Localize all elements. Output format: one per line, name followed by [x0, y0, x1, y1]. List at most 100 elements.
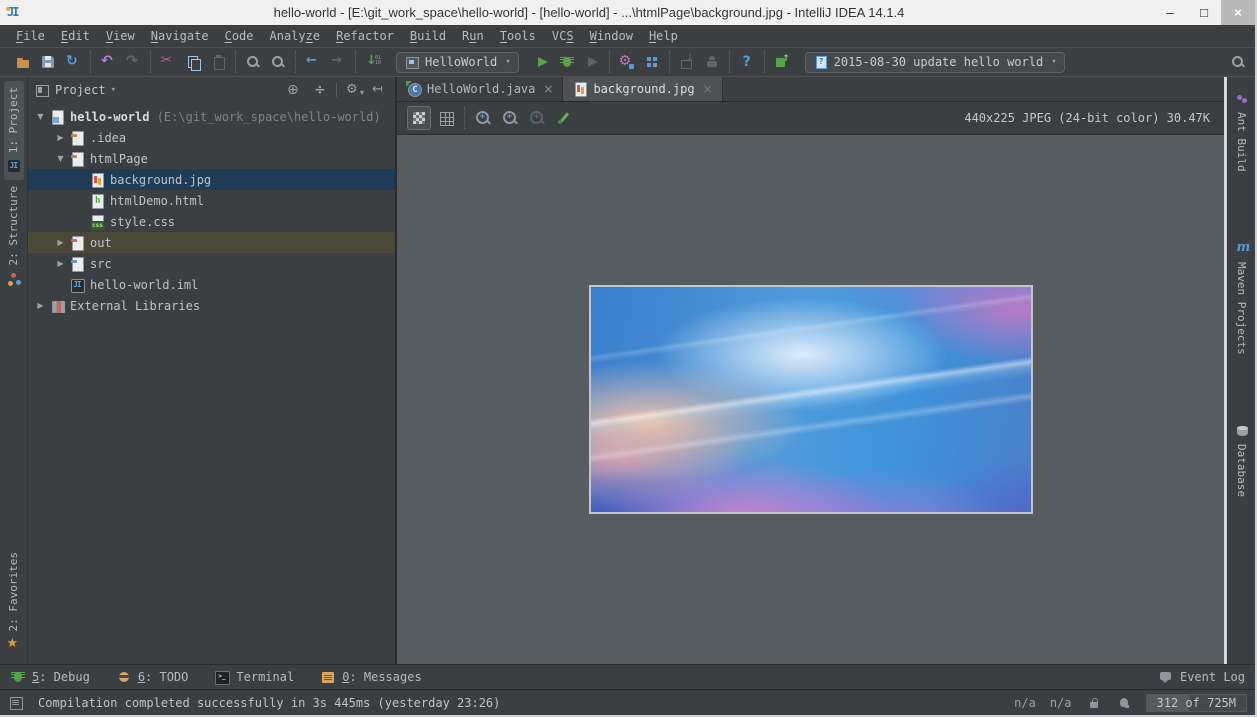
- toolwindow-button-structure[interactable]: 2: Structure: [4, 180, 24, 292]
- vcs-update-icon: [365, 54, 381, 70]
- tree-expand-arrow[interactable]: [52, 154, 69, 163]
- save-all-button[interactable]: [37, 51, 59, 73]
- find-button[interactable]: [242, 51, 264, 73]
- menu-tools[interactable]: Tools: [492, 27, 544, 45]
- tree-item-label: htmlDemo.html: [110, 194, 204, 208]
- run-with-coverage-button[interactable]: [581, 51, 603, 73]
- menu-refactor[interactable]: Refactor: [328, 27, 402, 45]
- menu-file[interactable]: File: [8, 27, 53, 45]
- tab-helloworld-java[interactable]: HelloWorld.java ×: [397, 77, 563, 101]
- package-download-icon: [679, 54, 695, 70]
- vcs-commit-message-combo[interactable]: 2015-08-30 update hello world ▾: [805, 52, 1065, 73]
- toolwindow-button-favorites[interactable]: 2: Favorites: [4, 546, 24, 658]
- transparency-chessboard-button[interactable]: [407, 106, 431, 130]
- hector-inspector-icon[interactable]: [1116, 695, 1132, 711]
- tree-expand-arrow[interactable]: [32, 112, 49, 121]
- tree-item-external-libraries[interactable]: External Libraries: [28, 295, 395, 316]
- close-icon[interactable]: ×: [703, 82, 713, 96]
- toolwindow-button-terminal[interactable]: Terminal: [214, 669, 294, 685]
- synchronize-button[interactable]: [62, 51, 84, 73]
- settings-button[interactable]: [616, 51, 638, 73]
- tree-item-background-jpg[interactable]: background.jpg: [28, 169, 395, 190]
- copy-button[interactable]: [182, 51, 204, 73]
- memory-indicator[interactable]: 312 of 725M: [1146, 694, 1247, 712]
- android-robot-button[interactable]: [701, 51, 723, 73]
- menu-bar: File Edit View Navigate Code Analyze Ref…: [0, 25, 1255, 48]
- paste-button[interactable]: [207, 51, 229, 73]
- lock-icon[interactable]: [1086, 695, 1102, 711]
- menu-build[interactable]: Build: [402, 27, 454, 45]
- tree-item-label: .idea: [90, 131, 126, 145]
- back-button[interactable]: [302, 51, 324, 73]
- tree-expand-arrow[interactable]: [52, 259, 69, 268]
- menu-view[interactable]: View: [98, 27, 143, 45]
- debug-bug-icon: [10, 669, 26, 685]
- tree-expand-arrow[interactable]: [52, 238, 69, 247]
- toolwindow-button-event-log[interactable]: Event Log: [1158, 669, 1245, 685]
- structure-tool-icon: [6, 271, 22, 287]
- zoom-in-button[interactable]: [471, 106, 495, 130]
- zoom-out-button[interactable]: [498, 106, 522, 130]
- debug-button[interactable]: [556, 51, 578, 73]
- project-tool-window: Project ▾ hello-world (E:\git_work_space…: [28, 77, 397, 664]
- tab-background-jpg[interactable]: background.jpg ×: [563, 77, 722, 101]
- toolwindow-button-debug[interactable]: 5: Debug: [10, 669, 90, 685]
- color-picker-button[interactable]: [552, 106, 576, 130]
- menu-window[interactable]: Window: [582, 27, 641, 45]
- grid-lines-button[interactable]: [434, 106, 458, 130]
- cut-button[interactable]: [157, 51, 179, 73]
- toolwindow-toggle-icon[interactable]: [8, 695, 24, 711]
- upload-button[interactable]: [771, 51, 793, 73]
- actual-size-button[interactable]: [525, 106, 549, 130]
- tree-item-htmldemo-html[interactable]: htmlDemo.html: [28, 190, 395, 211]
- toolwindow-button-messages[interactable]: 0: Messages: [320, 669, 421, 685]
- maximize-button[interactable]: □: [1187, 0, 1221, 25]
- menu-vcs[interactable]: VCS: [544, 27, 582, 45]
- open-button[interactable]: [12, 51, 34, 73]
- menu-edit[interactable]: Edit: [53, 27, 98, 45]
- project-structure-button[interactable]: [641, 51, 663, 73]
- minimize-button[interactable]: –: [1153, 0, 1187, 25]
- chevron-down-icon[interactable]: ▾: [111, 85, 116, 95]
- viewer-toolbar-group: [401, 107, 464, 129]
- hide-panel-button[interactable]: [369, 80, 389, 100]
- tree-item-out-folder[interactable]: out: [28, 232, 395, 253]
- package-download-button[interactable]: [676, 51, 698, 73]
- folder-icon: [69, 151, 85, 167]
- debug-bug-icon: [559, 54, 575, 70]
- menu-navigate[interactable]: Navigate: [143, 27, 217, 45]
- menu-code[interactable]: Code: [217, 27, 262, 45]
- toolwindow-button-maven-projects[interactable]: Maven Projects: [1232, 235, 1252, 418]
- chevron-down-icon: ▾: [1051, 57, 1056, 67]
- tree-item-hello-world-iml[interactable]: hello-world.iml: [28, 274, 395, 295]
- search-everywhere-button[interactable]: [1227, 51, 1249, 73]
- toolwindow-button-project[interactable]: 1: Project: [4, 81, 24, 180]
- replace-button[interactable]: [267, 51, 289, 73]
- help-button[interactable]: [736, 51, 758, 73]
- toolwindow-button-database[interactable]: Database: [1232, 417, 1252, 560]
- menu-help[interactable]: Help: [641, 27, 686, 45]
- menu-run[interactable]: Run: [454, 27, 492, 45]
- tree-item-htmlpage-folder[interactable]: htmlPage: [28, 148, 395, 169]
- undo-button[interactable]: [97, 51, 119, 73]
- tree-item-src-folder[interactable]: src: [28, 253, 395, 274]
- forward-button[interactable]: [327, 51, 349, 73]
- redo-button[interactable]: [122, 51, 144, 73]
- toolwindow-button-todo[interactable]: 6: TODO: [116, 669, 189, 685]
- tree-item-idea-folder[interactable]: .idea: [28, 127, 395, 148]
- toolwindow-button-ant-build[interactable]: Ant Build: [1232, 85, 1252, 235]
- tree-item-style-css[interactable]: style.css: [28, 211, 395, 232]
- collapse-all-button[interactable]: [309, 80, 329, 100]
- vcs-update-button[interactable]: [362, 51, 384, 73]
- run-configuration-combo[interactable]: HelloWorld ▾: [396, 52, 519, 73]
- menu-analyze[interactable]: Analyze: [262, 27, 329, 45]
- run-button[interactable]: [531, 51, 553, 73]
- project-folder-icon: [49, 109, 65, 125]
- scroll-to-source-button[interactable]: [284, 80, 304, 100]
- tree-expand-arrow[interactable]: [32, 301, 49, 310]
- tree-item-hello-world-root[interactable]: hello-world (E:\git_work_space\hello-wor…: [28, 106, 395, 127]
- close-icon[interactable]: ×: [543, 82, 553, 96]
- panel-settings-button[interactable]: [344, 80, 364, 100]
- tree-expand-arrow[interactable]: [52, 133, 69, 142]
- close-button[interactable]: ×: [1221, 0, 1255, 25]
